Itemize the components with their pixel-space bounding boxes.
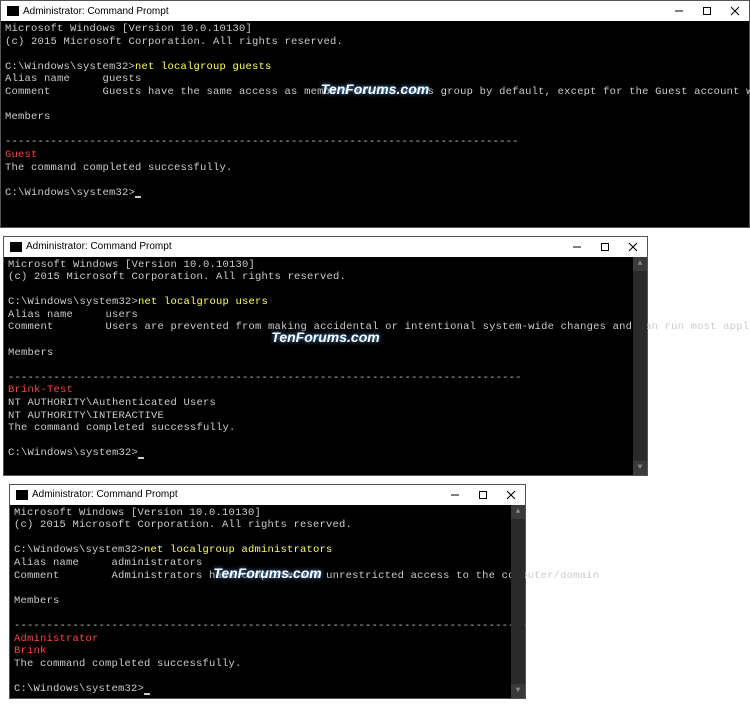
scroll-up-icon[interactable]: ▲ [633,257,647,271]
scroll-down-icon[interactable]: ▼ [633,461,647,475]
copyright-line: (c) 2015 Microsoft Corporation. All righ… [5,36,745,49]
success-line: The command completed successfully. [5,162,745,175]
titlebar-left: Administrator: Command Prompt [7,6,169,17]
members-label: Members [8,347,631,360]
alias-line: Alias name administrators [14,557,509,570]
scrollbar[interactable]: ▲ ▼ [633,257,647,475]
members-label: Members [14,595,509,608]
cursor [144,693,150,695]
close-button[interactable] [497,485,525,505]
prompt-ready: C:\Windows\system32> [8,447,631,460]
window-controls [441,485,525,505]
dashline: ----------------------------------------… [14,620,509,633]
window-title: Administrator: Command Prompt [23,6,169,17]
comment-line: Comment Administrators have complete and… [14,570,509,583]
member-row: Administrator [14,633,509,646]
command-line: C:\Windows\system32>net localgroup users [8,296,631,309]
comment-line: Comment Guests have the same access as m… [5,86,745,99]
alias-line: Alias name guests [5,73,745,86]
window-title: Administrator: Command Prompt [26,241,172,252]
command-line: C:\Windows\system32>net localgroup guest… [5,61,745,74]
command-line: C:\Windows\system32>net localgroup admin… [14,544,509,557]
prompt-ready: C:\Windows\system32> [14,683,509,696]
cursor [138,457,144,459]
minimize-button[interactable] [665,1,693,21]
window-controls [665,1,749,21]
cmd-icon [10,242,22,252]
version-line: Microsoft Windows [Version 10.0.10130] [14,507,509,520]
cursor [135,196,141,198]
member-row: Brink [14,645,509,658]
version-line: Microsoft Windows [Version 10.0.10130] [5,23,745,36]
close-button[interactable] [619,237,647,257]
success-line: The command completed successfully. [14,658,509,671]
member-row: Guest [5,149,745,162]
copyright-line: (c) 2015 Microsoft Corporation. All righ… [8,271,631,284]
titlebar-left: Administrator: Command Prompt [16,489,178,500]
cmd-window-users: Administrator: Command Prompt Microsoft … [3,236,648,476]
comment-line: Comment Users are prevented from making … [8,321,631,334]
member-row: Brink-Test [8,384,631,397]
cmd-window-admins: Administrator: Command Prompt Microsoft … [9,484,526,699]
close-button[interactable] [721,1,749,21]
copyright-line: (c) 2015 Microsoft Corporation. All righ… [14,519,509,532]
maximize-button[interactable] [693,1,721,21]
scrollbar[interactable]: ▲ ▼ [511,505,525,698]
titlebar[interactable]: Administrator: Command Prompt [10,485,525,505]
scroll-up-icon[interactable]: ▲ [511,505,525,519]
success-line: The command completed successfully. [8,422,631,435]
titlebar[interactable]: Administrator: Command Prompt [1,1,749,21]
prompt-ready: C:\Windows\system32> [5,187,745,200]
cmd-window-guests: Administrator: Command Prompt Microsoft … [0,0,750,228]
cmd-icon [16,490,28,500]
titlebar[interactable]: Administrator: Command Prompt [4,237,647,257]
version-line: Microsoft Windows [Version 10.0.10130] [8,259,631,272]
scroll-down-icon[interactable]: ▼ [511,684,525,698]
minimize-button[interactable] [563,237,591,257]
member-row: NT AUTHORITY\INTERACTIVE [8,410,631,423]
terminal-output[interactable]: Microsoft Windows [Version 10.0.10130] (… [10,505,525,698]
maximize-button[interactable] [469,485,497,505]
terminal-output[interactable]: Microsoft Windows [Version 10.0.10130] (… [1,21,749,227]
maximize-button[interactable] [591,237,619,257]
dashline: ----------------------------------------… [8,372,631,385]
dashline: ----------------------------------------… [5,136,745,149]
window-title: Administrator: Command Prompt [32,489,178,500]
alias-line: Alias name users [8,309,631,322]
member-row: NT AUTHORITY\Authenticated Users [8,397,631,410]
members-label: Members [5,111,745,124]
cmd-icon [7,6,19,16]
terminal-output[interactable]: Microsoft Windows [Version 10.0.10130] (… [4,257,647,475]
titlebar-left: Administrator: Command Prompt [10,241,172,252]
window-controls [563,237,647,257]
minimize-button[interactable] [441,485,469,505]
